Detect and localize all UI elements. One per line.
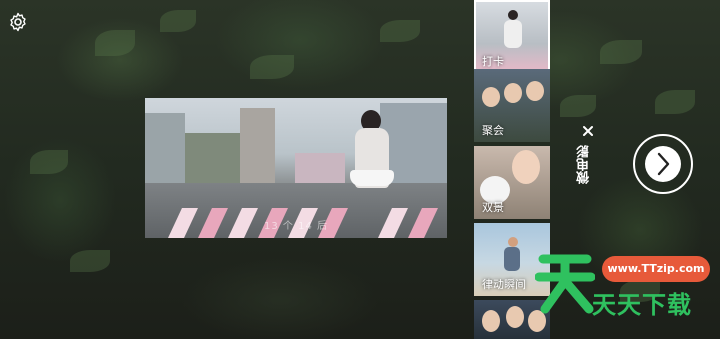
watermark-url: www.TTzip.com: [602, 256, 710, 282]
close-icon: [583, 126, 593, 136]
template-shuangjing[interactable]: 双景: [474, 146, 550, 219]
close-button[interactable]: [582, 125, 594, 141]
next-button[interactable]: [633, 134, 693, 194]
watermark-text: 天天下载: [592, 291, 692, 319]
video-preview[interactable]: 13 个 14 后: [145, 98, 447, 238]
preview-caption: 13 个 14 后: [264, 221, 328, 232]
settings-button[interactable]: [8, 12, 28, 32]
template-label: 聚会: [482, 124, 504, 137]
template-daka[interactable]: 打卡: [474, 0, 550, 73]
gear-icon: [10, 12, 26, 32]
watermark-logo: [535, 254, 595, 314]
chevron-right-icon: [657, 152, 670, 176]
template-label: 打卡: [482, 55, 504, 68]
mode-title: 微电影: [577, 145, 592, 184]
template-label: 双景: [482, 201, 504, 214]
template-label: 律动瞬间: [482, 278, 526, 291]
template-juhui[interactable]: 聚会: [474, 69, 550, 142]
